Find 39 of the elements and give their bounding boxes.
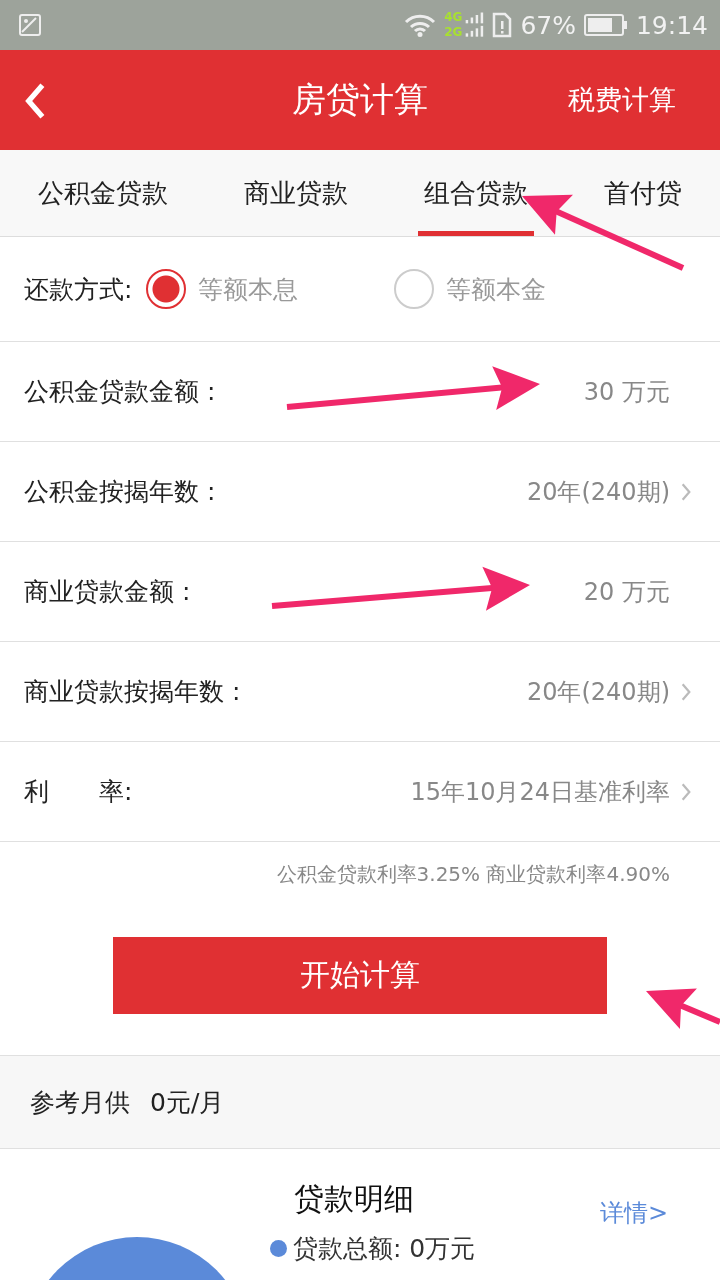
monthly-label: 参考月供 bbox=[30, 1086, 130, 1119]
battery-percent: 67% bbox=[520, 10, 576, 40]
calculate-button[interactable]: 开始计算 bbox=[113, 937, 607, 1014]
form-row[interactable]: 利 率: 15年10月24日基准利率 bbox=[0, 742, 720, 842]
wifi-icon bbox=[404, 13, 437, 37]
back-icon bbox=[24, 82, 46, 120]
signal-icon bbox=[464, 10, 485, 40]
option-label: 等额本息 bbox=[198, 273, 299, 306]
tab[interactable]: 公积金贷款 bbox=[32, 150, 174, 236]
tab[interactable]: 商业贷款 bbox=[238, 150, 354, 236]
field-label: 还款方式: bbox=[24, 273, 133, 306]
field-value: 15年10月24日基准利率 bbox=[410, 776, 670, 808]
radio-button[interactable] bbox=[394, 269, 435, 309]
field-value: 20 万元 bbox=[583, 576, 670, 608]
image-icon bbox=[18, 13, 42, 37]
field-value: 20年(240期) bbox=[526, 676, 670, 708]
tax-calculation-button[interactable]: 税费计算 bbox=[568, 82, 676, 118]
battery-icon bbox=[583, 14, 628, 36]
network-type: 2G bbox=[444, 25, 463, 40]
field-label: 公积金按揭年数 : bbox=[24, 476, 216, 508]
sim-alert-icon bbox=[492, 12, 513, 38]
field-label: 商业贷款按揭年数 : bbox=[24, 676, 241, 708]
field-value: 30 万元 bbox=[583, 376, 670, 408]
radio-button[interactable] bbox=[146, 269, 187, 309]
rate-note: 公积金贷款利率3.25% 商业贷款利率4.90% bbox=[276, 860, 670, 888]
field-label: 公积金贷款金额 : bbox=[24, 376, 216, 408]
network-type: 4G bbox=[444, 10, 463, 25]
clock: 19:14 bbox=[635, 10, 708, 40]
form-row[interactable]: 商业贷款按揭年数 : 20年(240期) bbox=[0, 642, 720, 742]
option-label: 等额本金 bbox=[446, 273, 547, 306]
field-label: 商业贷款金额 : bbox=[24, 576, 191, 608]
form-row[interactable]: 公积金按揭年数 : 20年(240期) bbox=[0, 442, 720, 542]
tab[interactable]: 首付贷 bbox=[598, 150, 688, 236]
details-title: 贷款明细 bbox=[294, 1180, 415, 1218]
field-label: 利 率: bbox=[24, 776, 133, 808]
legend-label: 贷款总额: 0万元 bbox=[293, 1233, 476, 1265]
page-title: 房贷计算 bbox=[292, 78, 428, 121]
monthly-value: 0元/月 bbox=[150, 1086, 225, 1119]
field-value: 20年(240期) bbox=[526, 476, 670, 508]
